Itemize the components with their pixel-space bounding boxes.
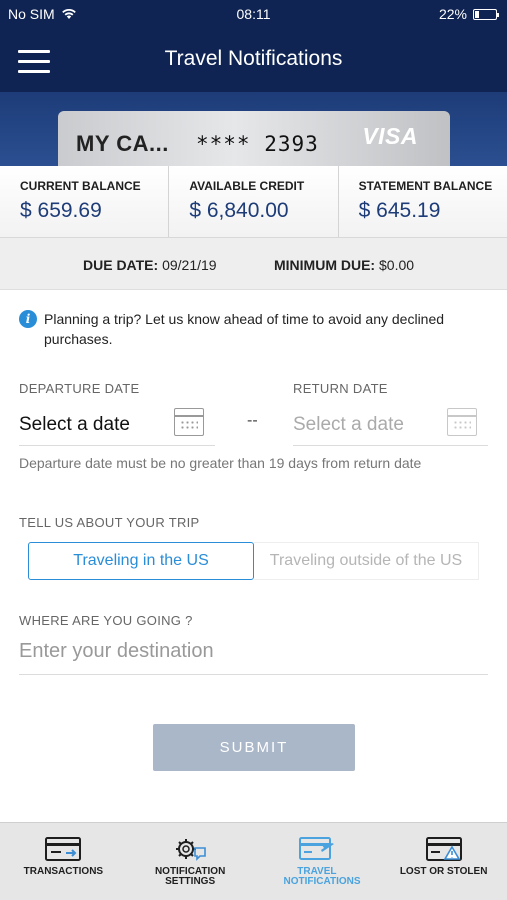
option-traveling-in-us[interactable]: Traveling in the US	[28, 542, 254, 580]
calendar-icon[interactable]	[447, 408, 477, 436]
destination-label: WHERE ARE YOU GOING ?	[19, 613, 193, 628]
departure-date-field[interactable]: Select a date	[19, 408, 215, 446]
current-balance: CURRENT BALANCE $ 659.69	[0, 166, 168, 237]
card-banner: MY CA... **** 2393 VISA	[0, 92, 507, 166]
gear-notification-icon	[176, 839, 206, 861]
departure-date-label: DEPARTURE DATE	[19, 381, 140, 396]
return-date-label: RETURN DATE	[293, 381, 388, 396]
date-hint-text: Departure date must be no greater than 1…	[19, 455, 422, 471]
battery-fill	[475, 10, 480, 18]
info-icon: i	[19, 310, 37, 328]
battery-icon	[473, 8, 499, 20]
due-date: DUE DATE: 09/21/19	[83, 257, 217, 273]
current-balance-label: CURRENT BALANCE	[20, 179, 141, 193]
card-number: **** 2393	[196, 132, 319, 156]
statement-balance-value: $ 645.19	[358, 199, 441, 222]
tab-transactions[interactable]: TRANSACTIONS	[0, 823, 127, 900]
bottom-tab-bar: TRANSACTIONS NOTIFICATION SETTINGS TRAVE…	[0, 822, 507, 900]
option-traveling-outside-us[interactable]: Traveling outside of the US	[254, 542, 479, 580]
return-date-field[interactable]: Select a date	[293, 408, 488, 446]
departure-date-value: Select a date	[19, 414, 130, 435]
statement-balance-label: STATEMENT BALANCE	[358, 179, 493, 193]
card-warning-icon	[425, 837, 462, 861]
return-date-placeholder: Select a date	[293, 414, 404, 435]
nav-header: Travel Notifications	[0, 28, 507, 92]
minimum-due-label: MINIMUM DUE:	[274, 257, 376, 273]
minimum-due: MINIMUM DUE: $0.00	[274, 257, 414, 273]
trip-type-label: TELL US ABOUT YOUR TRIP	[19, 515, 200, 530]
tab-transactions-label: TRANSACTIONS	[23, 866, 104, 877]
trip-info-message: i Planning a trip? Let us know ahead of …	[19, 309, 489, 349]
calendar-icon[interactable]	[174, 408, 204, 436]
credit-card-image: MY CA... **** 2393 VISA	[58, 111, 450, 166]
tab-notification-settings[interactable]: NOTIFICATION SETTINGS	[127, 823, 254, 900]
balance-summary: CURRENT BALANCE $ 659.69 AVAILABLE CREDI…	[0, 166, 507, 238]
tab-lost-or-stolen-label: LOST OR STOLEN	[399, 866, 488, 877]
visa-logo: VISA	[362, 123, 418, 149]
due-date-label: DUE DATE:	[83, 257, 159, 273]
battery-percent: 22%	[438, 6, 467, 22]
card-plane-icon	[298, 837, 334, 860]
due-info-row: DUE DATE: 09/21/19 MINIMUM DUE: $0.00	[0, 238, 507, 290]
page-title: Travel Notifications	[164, 47, 343, 70]
available-credit: AVAILABLE CREDIT $ 6,840.00	[168, 166, 337, 237]
info-text: Planning a trip? Let us know ahead of ti…	[44, 311, 445, 347]
status-bar: No SIM 08:11 22%	[0, 0, 507, 28]
tab-notification-settings-label: NOTIFICATION SETTINGS	[154, 866, 226, 887]
date-range-separator: --	[247, 412, 258, 429]
submit-button[interactable]: SUBMIT	[153, 724, 355, 771]
current-balance-value: $ 659.69	[20, 199, 102, 222]
tab-travel-notifications-label: TRAVEL NOTIFICATIONS	[283, 866, 361, 887]
tab-lost-or-stolen[interactable]: LOST OR STOLEN	[380, 823, 507, 900]
due-date-value: 09/21/19	[162, 257, 217, 273]
destination-input[interactable]	[19, 634, 488, 663]
trip-type-toggle: Traveling in the US Traveling outside of…	[28, 542, 479, 580]
clock: 08:11	[236, 6, 271, 22]
minimum-due-value: $0.00	[379, 257, 415, 273]
available-credit-value: $ 6,840.00	[189, 199, 289, 222]
card-nickname: MY CA...	[76, 131, 169, 156]
card-transactions-icon	[45, 837, 82, 861]
destination-field	[19, 634, 488, 675]
statement-balance: STATEMENT BALANCE $ 645.19	[337, 166, 507, 237]
tab-travel-notifications[interactable]: TRAVEL NOTIFICATIONS	[254, 823, 381, 900]
available-credit-label: AVAILABLE CREDIT	[189, 179, 305, 193]
